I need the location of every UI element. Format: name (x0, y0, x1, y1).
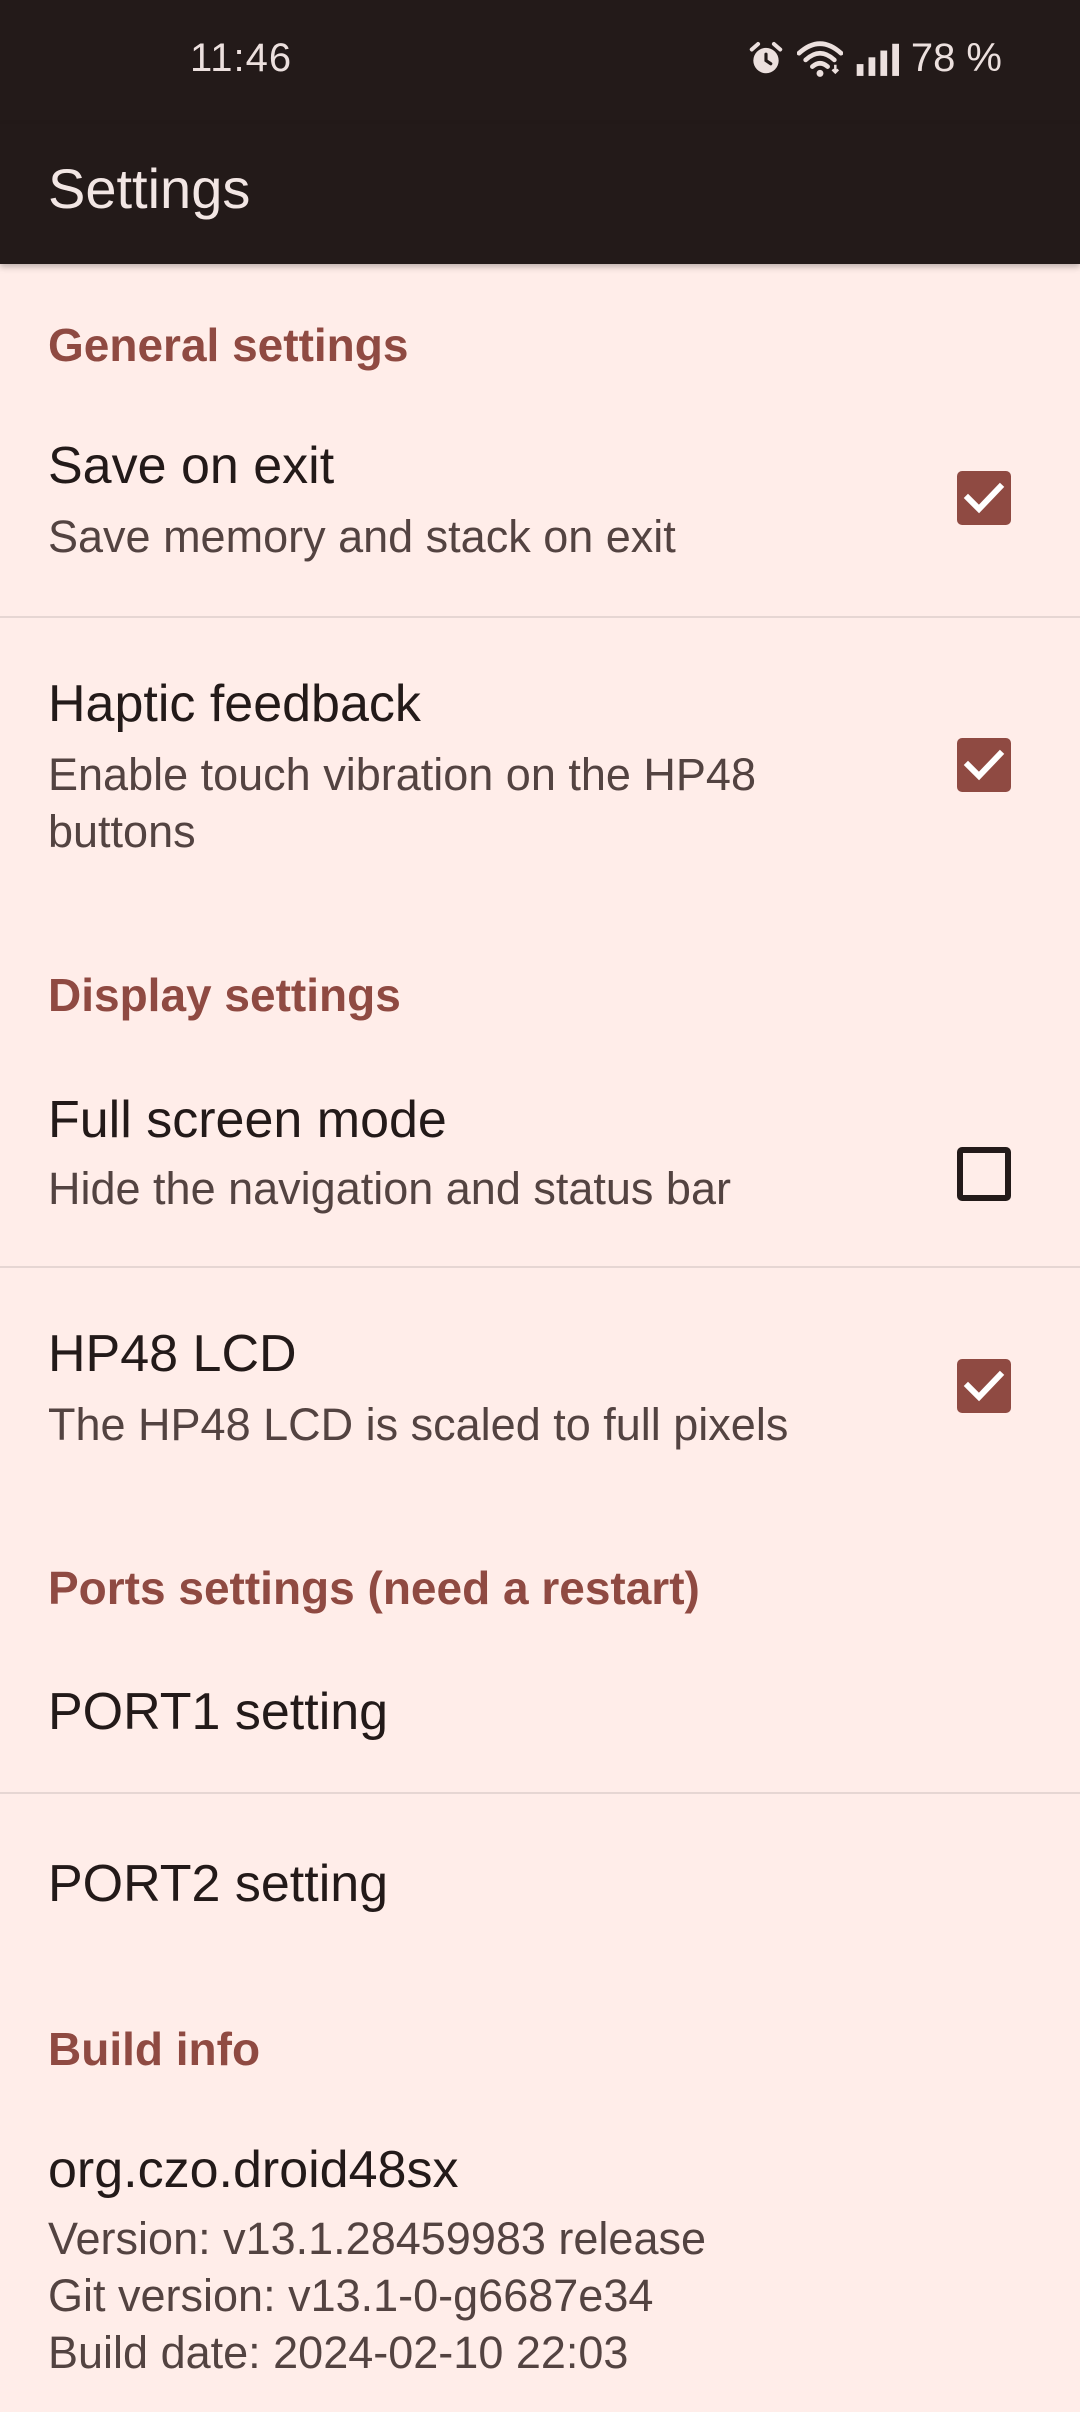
build-version: Version: v13.1.28459983 release (48, 2213, 706, 2264)
pref-summary: Hide the navigation and status bar (48, 1163, 731, 1214)
pref-title: Full screen mode (48, 1091, 447, 1149)
pref-haptic-feedback[interactable]: Haptic feedback Enable touch vibration o… (0, 620, 1080, 890)
pref-build-info[interactable]: org.czo.droid48sx Version: v13.1.2845998… (0, 2110, 1080, 2412)
section-header-ports: Ports settings (need a restart) (48, 1562, 700, 1614)
pref-title: HP48 LCD (48, 1325, 297, 1383)
page-title: Settings (48, 157, 251, 220)
pref-save-on-exit[interactable]: Save on exit Save memory and stack on ex… (0, 406, 1080, 616)
status-time: 11:46 (190, 36, 293, 80)
section-header-general: General settings (48, 319, 409, 371)
battery-text: 78 % (910, 36, 1002, 80)
divider (0, 616, 1080, 618)
app-bar: Settings (0, 124, 1080, 264)
divider (0, 1266, 1080, 1268)
pref-port1-setting[interactable]: PORT1 setting (0, 1650, 1080, 1792)
pref-title: PORT2 setting (48, 1855, 389, 1913)
wifi-icon (796, 39, 843, 79)
pref-summary: Save memory and stack on exit (48, 511, 676, 562)
full-screen-mode-checkbox[interactable] (957, 1147, 1011, 1201)
pref-summary: The HP48 LCD is scaled to full pixels (48, 1399, 789, 1450)
pref-hp48-lcd[interactable]: HP48 LCD The HP48 LCD is scaled to full … (0, 1270, 1080, 1490)
status-bar: 11:46 78 % (0, 0, 1080, 124)
pref-title: Haptic feedback (48, 675, 421, 733)
signal-icon (855, 42, 899, 76)
save-on-exit-checkbox[interactable] (957, 471, 1011, 525)
pref-title: Save on exit (48, 437, 335, 495)
haptic-feedback-checkbox[interactable] (957, 738, 1011, 792)
build-git-version: Git version: v13.1-0-g6687e34 (48, 2270, 654, 2321)
pref-full-screen-mode[interactable]: Full screen mode Hide the navigation and… (0, 1060, 1080, 1266)
pref-port2-setting[interactable]: PORT2 setting (0, 1796, 1080, 1966)
status-icons: 78 % (747, 36, 1002, 81)
build-date: Build date: 2024-02-10 22:03 (48, 2327, 629, 2378)
hp48-lcd-checkbox[interactable] (957, 1359, 1011, 1413)
divider (0, 1792, 1080, 1794)
section-header-build-info: Build info (48, 2023, 261, 2075)
build-package-name: org.czo.droid48sx (48, 2141, 459, 2199)
section-header-display: Display settings (48, 969, 401, 1021)
pref-title: PORT1 setting (48, 1683, 389, 1741)
pref-summary: Enable touch vibration on the HP48 butto… (48, 749, 756, 857)
alarm-icon (747, 40, 785, 78)
